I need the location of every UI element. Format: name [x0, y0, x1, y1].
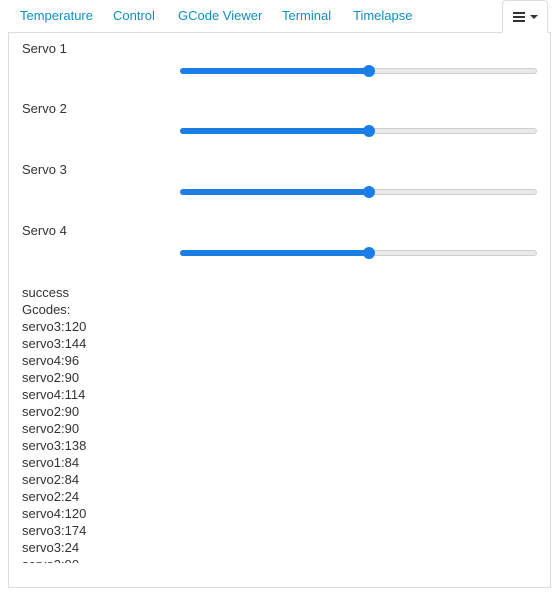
log-line: servo2:84 — [22, 472, 80, 487]
tab-temperature[interactable]: Temperature — [20, 0, 93, 32]
log-line: servo3:24 — [22, 540, 80, 555]
tab-terminal[interactable]: Terminal — [282, 0, 331, 32]
slider-thumb[interactable] — [363, 125, 376, 137]
servo-3-slider[interactable] — [180, 184, 537, 200]
tab-menu-dropdown[interactable] — [502, 0, 548, 33]
log-line: servo4:96 — [22, 353, 80, 368]
tab-bar: Temperature Control GCode Viewer Termina… — [0, 0, 557, 33]
slider-thumb[interactable] — [363, 247, 376, 259]
log-line: servo1:84 — [22, 455, 80, 470]
slider-fill — [180, 68, 370, 74]
tab-timelapse[interactable]: Timelapse — [353, 0, 412, 32]
servo-2-slider[interactable] — [180, 123, 537, 139]
gcode-log: success Gcodes: servo3:120 servo3:144 servo4… — [22, 284, 522, 563]
slider-fill — [180, 250, 370, 256]
hamburger-icon — [512, 11, 525, 22]
slider-fill — [180, 128, 370, 134]
log-line: servo3:144 — [22, 336, 87, 351]
log-line: servo2:90 — [22, 404, 80, 419]
servo-1-label: Servo 1 — [22, 41, 67, 56]
slider-thumb[interactable] — [363, 65, 376, 77]
log-line: servo4:120 — [22, 506, 87, 521]
tab-control[interactable]: Control — [113, 0, 155, 32]
log-line: success — [22, 285, 69, 300]
slider-fill — [180, 189, 370, 195]
log-line: Gcodes: — [22, 302, 71, 317]
log-line: servo3:174 — [22, 523, 87, 538]
servo-2-label: Servo 2 — [22, 101, 67, 116]
servo-1-slider[interactable] — [180, 63, 537, 79]
log-line: servo2:24 — [22, 489, 80, 504]
servo-4-slider[interactable] — [180, 245, 537, 261]
servo-4-label: Servo 4 — [22, 223, 67, 238]
log-line: servo2:90 — [22, 370, 80, 385]
slider-thumb[interactable] — [363, 186, 376, 198]
log-line: servo3:138 — [22, 438, 87, 453]
chevron-down-icon — [529, 14, 538, 19]
servo-3-label: Servo 3 — [22, 162, 67, 177]
log-line: servo2:90 — [22, 556, 522, 563]
log-line: servo2:90 — [22, 421, 80, 436]
log-line: servo4:114 — [22, 387, 86, 402]
tab-gcode-viewer[interactable]: GCode Viewer — [178, 0, 262, 32]
log-line: servo3:120 — [22, 319, 87, 334]
